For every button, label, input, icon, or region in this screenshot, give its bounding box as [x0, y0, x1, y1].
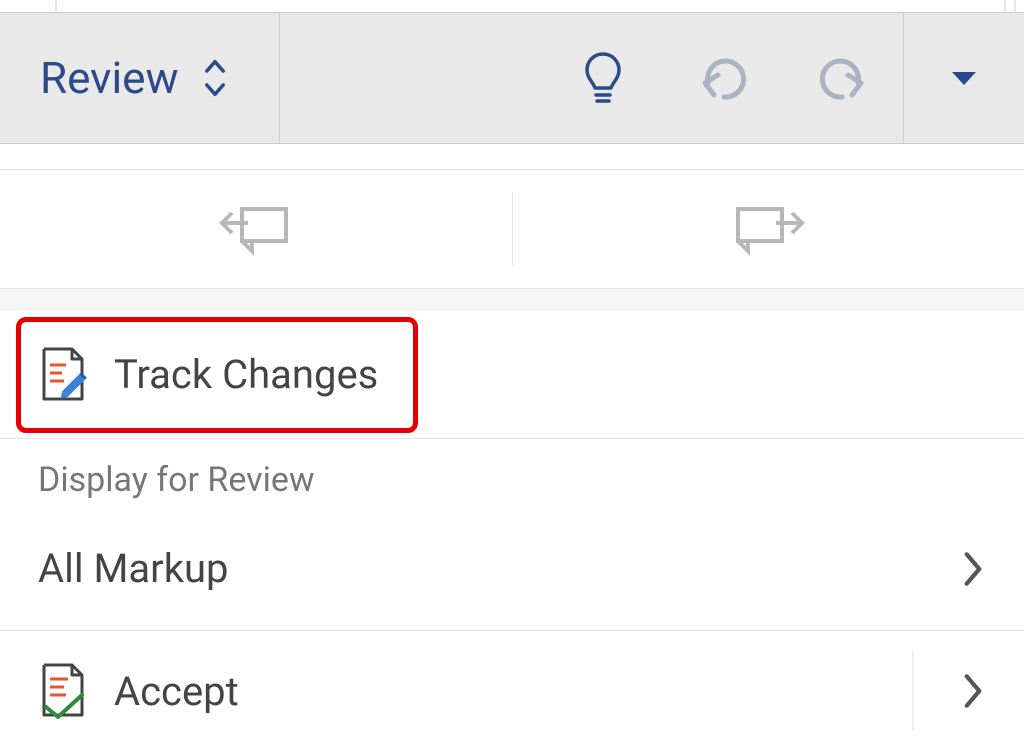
- review-options-list: Track Changes Display for Review All Mar…: [0, 311, 1024, 751]
- previous-comment-button[interactable]: [0, 170, 512, 288]
- accept-button[interactable]: Accept: [0, 631, 1024, 751]
- display-for-review-selector[interactable]: All Markup: [0, 507, 1024, 631]
- redo-icon: [814, 53, 872, 103]
- accept-split-divider: [912, 651, 914, 731]
- more-dropdown-button[interactable]: [904, 13, 1024, 143]
- ribbon-divider: [279, 13, 280, 143]
- next-comment-icon: [730, 197, 806, 261]
- track-changes-label: Track Changes: [114, 351, 378, 398]
- comment-navigation-row: [0, 169, 1024, 289]
- undo-icon: [694, 53, 752, 103]
- ribbon-header: Review: [0, 12, 1024, 144]
- ribbon-tab-label: Review: [40, 52, 179, 104]
- redo-button[interactable]: [783, 13, 903, 143]
- ribbon-tab-review[interactable]: Review: [0, 13, 279, 143]
- top-strip: [55, 0, 1016, 12]
- display-for-review-section: Display for Review: [0, 439, 1024, 507]
- section-gap: [0, 289, 1024, 311]
- updown-icon: [201, 54, 229, 102]
- display-for-review-label: Display for Review: [38, 460, 315, 500]
- lightbulb-icon: [581, 48, 625, 108]
- dropdown-icon: [950, 69, 978, 87]
- undo-button[interactable]: [663, 13, 783, 143]
- next-comment-button[interactable]: [513, 170, 1024, 288]
- chevron-right-icon[interactable]: [960, 670, 986, 712]
- track-changes-button[interactable]: Track Changes: [0, 311, 1024, 439]
- track-changes-doc-icon: [38, 345, 96, 405]
- display-for-review-value: All Markup: [38, 545, 229, 592]
- tell-me-button[interactable]: [543, 13, 663, 143]
- previous-comment-icon: [218, 197, 294, 261]
- accept-doc-icon: [38, 661, 96, 721]
- accept-label: Accept: [114, 668, 239, 715]
- chevron-right-icon: [960, 548, 986, 590]
